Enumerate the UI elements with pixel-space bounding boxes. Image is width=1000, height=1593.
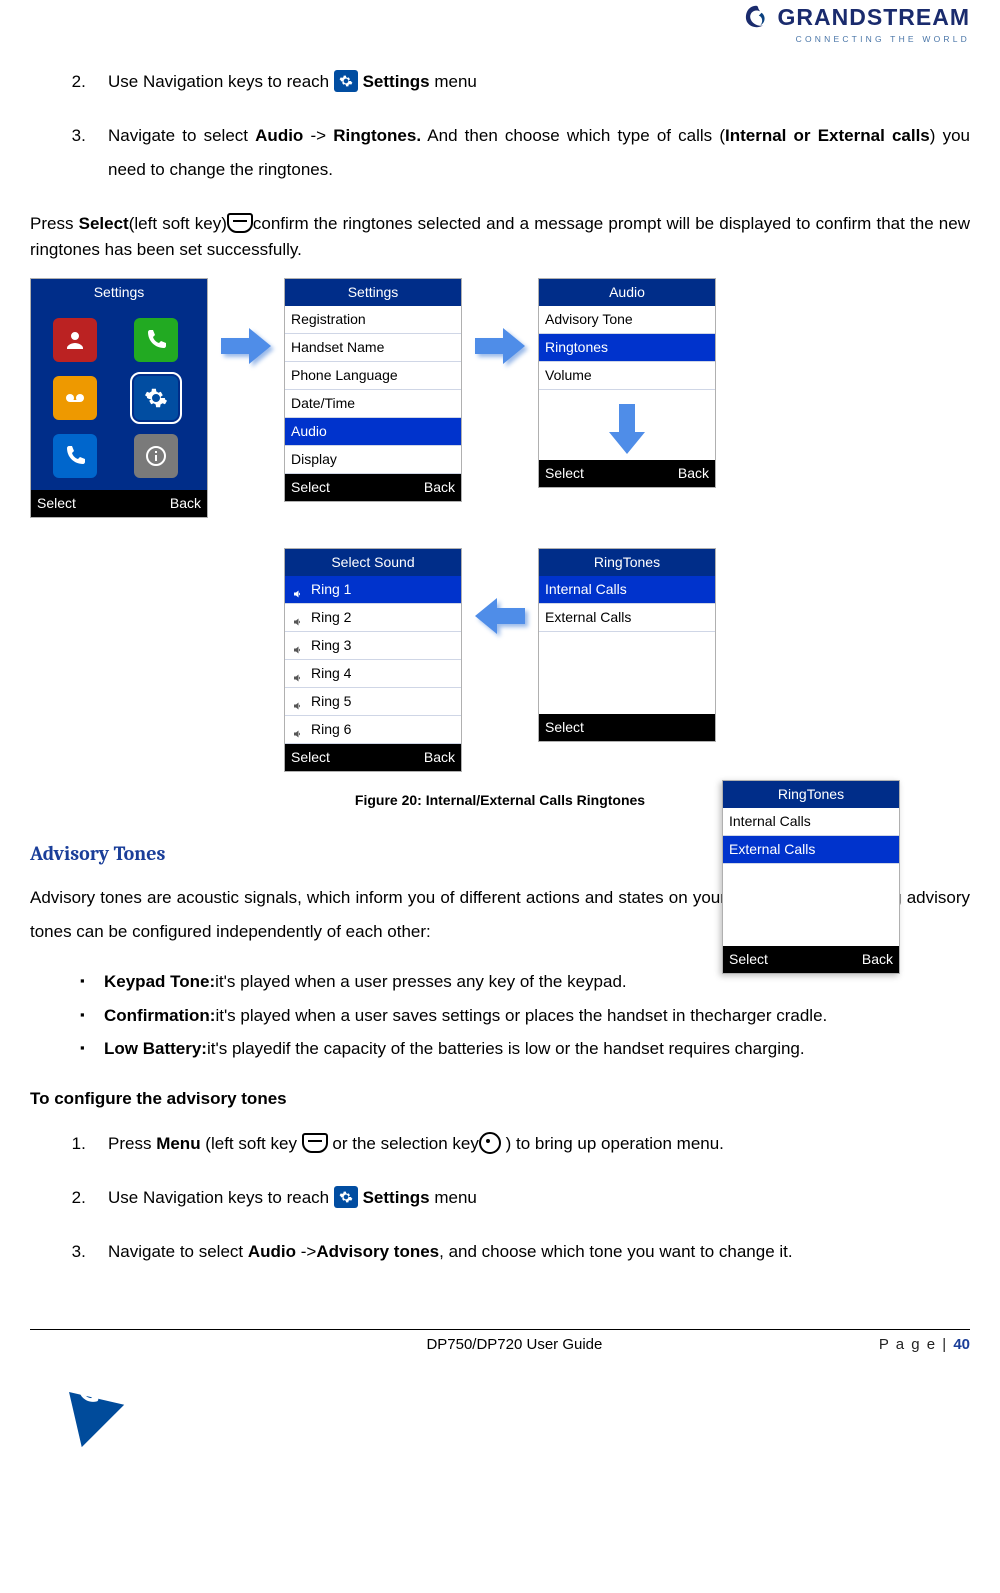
footer-corner-graphic bbox=[30, 1363, 970, 1403]
menu-item: Registration bbox=[285, 306, 461, 334]
footer-page-label: P a g e | 40 bbox=[879, 1334, 970, 1357]
menu-item: External Calls bbox=[723, 836, 899, 864]
softkey-icon bbox=[302, 1133, 328, 1153]
brand-logo: GRANDSTREAM CONNECTING THE WORLD bbox=[742, 0, 970, 45]
menu-item: Ring 1 bbox=[285, 576, 461, 604]
adv-step-2: Use Navigation keys to reach Settings me… bbox=[100, 1181, 970, 1235]
call-app-icon bbox=[134, 318, 178, 362]
arrow-right-icon bbox=[472, 328, 528, 364]
arrow-right-icon bbox=[218, 328, 274, 364]
voicemail-app-icon bbox=[53, 376, 97, 420]
menu-item: Phone Language bbox=[285, 362, 461, 390]
brand-tagline: CONNECTING THE WORLD bbox=[760, 33, 970, 46]
menu-item: Handset Name bbox=[285, 334, 461, 362]
menu-item: Ring 2 bbox=[285, 604, 461, 632]
tone-confirmation: Confirmation:it's played when a user sav… bbox=[80, 999, 970, 1033]
screenshot-row-1: Settings SelectBack Settings Registratio… bbox=[30, 278, 970, 518]
phone-select-sound: Select Sound Ring 1Ring 2Ring 3Ring 4Rin… bbox=[284, 548, 462, 772]
adv-step-1: Press Menu (left soft key or the selecti… bbox=[100, 1127, 970, 1181]
softkey-icon bbox=[227, 213, 253, 233]
brand-name: GRANDSTREAM bbox=[778, 0, 970, 35]
contacts-app-icon bbox=[53, 318, 97, 362]
grandstream-swirl-icon bbox=[742, 3, 770, 31]
menu-item: Ring 6 bbox=[285, 716, 461, 744]
menu-item: Ring 4 bbox=[285, 660, 461, 688]
confirm-paragraph: Press Select(left soft key)confirm the r… bbox=[30, 211, 970, 262]
menu-item: Ringtones bbox=[539, 334, 715, 362]
menu-item: Internal Calls bbox=[539, 576, 715, 604]
menu-item: Volume bbox=[539, 362, 715, 390]
page-header: GRANDSTREAM CONNECTING THE WORLD bbox=[30, 0, 970, 53]
callhistory-app-icon bbox=[53, 434, 97, 478]
menu-item: External Calls bbox=[539, 604, 715, 632]
menu-item: Advisory Tone bbox=[539, 306, 715, 334]
adv-step-3: Navigate to select Audio ->Advisory tone… bbox=[100, 1235, 970, 1289]
screenshot-row-2: Select Sound Ring 1Ring 2Ring 3Ring 4Rin… bbox=[30, 548, 970, 772]
page-footer: DP750/DP720 User Guide P a g e | 40 bbox=[30, 1329, 970, 1357]
menu-item: Date/Time bbox=[285, 390, 461, 418]
settings-app-icon bbox=[334, 1186, 358, 1208]
step-3: Navigate to select Audio -> Ringtones. A… bbox=[100, 119, 970, 207]
tone-low-battery: Low Battery:it's playedif the capacity o… bbox=[80, 1032, 970, 1066]
advisory-steps-list: Press Menu (left soft key or the selecti… bbox=[30, 1127, 970, 1289]
menu-item: Audio bbox=[285, 418, 461, 446]
menu-item: Ring 5 bbox=[285, 688, 461, 716]
phone-ringtones-b: RingTones Internal CallsExternal Calls S… bbox=[722, 780, 900, 974]
menu-item: Ring 3 bbox=[285, 632, 461, 660]
step-2: Use Navigation keys to reach Settings me… bbox=[100, 65, 970, 119]
advisory-tones-list: Keypad Tone:it's played when a user pres… bbox=[30, 965, 970, 1066]
settings-app-icon bbox=[134, 376, 178, 420]
phone-audio-list: Audio Advisory ToneRingtonesVolume Selec… bbox=[538, 278, 716, 488]
arrow-down-icon bbox=[539, 398, 715, 460]
settings-app-icon bbox=[334, 70, 358, 92]
ringtone-steps-list: Use Navigation keys to reach Settings me… bbox=[30, 65, 970, 207]
status-app-icon bbox=[134, 434, 178, 478]
phone-settings-list: Settings RegistrationHandset NamePhone L… bbox=[284, 278, 462, 502]
selectkey-icon bbox=[479, 1132, 501, 1154]
menu-item: Internal Calls bbox=[723, 808, 899, 836]
phone-ringtones-a: RingTones Internal CallsExternal Calls S… bbox=[538, 548, 716, 742]
phone-settings-grid: Settings SelectBack bbox=[30, 278, 208, 518]
menu-item: Display bbox=[285, 446, 461, 474]
configure-title: To configure the advisory tones bbox=[30, 1086, 970, 1112]
arrow-left-icon bbox=[472, 598, 528, 634]
footer-guide-title: DP750/DP720 User Guide bbox=[150, 1334, 879, 1357]
phone-audio-block: Audio Advisory ToneRingtonesVolume Selec… bbox=[538, 278, 716, 488]
